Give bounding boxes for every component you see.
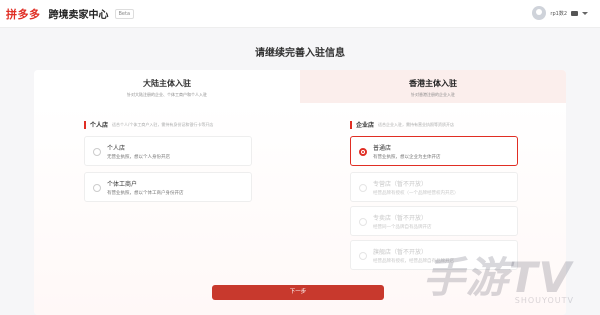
option-desc: 无营业执照，想以个人身份开店 [107,155,170,160]
enterprise-section-hint: 适合企业入驻，需持有营业执照等资质开店 [378,121,455,127]
pinduoduo-logo[interactable]: 拼多多 [6,6,41,22]
option-name: 旗舰店（暂不开放） [373,249,428,256]
enterprise-section-header: 企业店 适合企业入驻，需持有营业执照等资质开店 [350,120,454,129]
option-desc: 经营同一个品牌自有品牌开店 [373,225,432,230]
tab-hongkong[interactable]: 香港主体入驻 针对香港注册的企业入驻 [300,70,566,103]
folder-icon[interactable] [571,10,578,16]
radio-selected-icon[interactable] [359,148,367,156]
tab-mainland[interactable]: 大陆主体入驻 针对大陆注册的企业、个体工商户和个人入驻 [34,70,300,103]
avatar[interactable] [532,6,547,20]
tab-hongkong-label: 香港主体入驻 [409,79,457,88]
option-exclusive-store: 专卖店（暂不开放） 经营同一个品牌自有品牌开店 [350,206,518,236]
tab-hongkong-sub: 针对香港注册的企业入驻 [411,92,455,97]
section-marker [84,120,86,129]
option-personal-store[interactable]: 个人店 无营业执照，想以个人身份开店 [84,136,252,166]
option-specialty-store: 专营店（暂不开放） 经营品牌有授权（一个品牌经营权内开店） [350,172,518,202]
tab-mainland-label: 大陆主体入驻 [143,79,191,88]
beta-badge: Beta [114,8,135,19]
page-title: 请继续完善入驻信息 [255,48,345,59]
option-name: 个体工商户 [107,181,138,188]
app-title: 跨境卖家中心 [48,10,109,21]
option-name: 专卖店（暂不开放） [373,215,428,222]
option-individual-business[interactable]: 个体工商户 有营业执照，想以个体工商户身份开店 [84,172,252,202]
option-name: 普通店 [373,145,392,152]
personal-section-label: 个人店 [90,122,109,129]
option-desc: 有营业执照，想以个体工商户身份开店 [107,191,184,196]
radio-icon [359,252,367,260]
option-desc: 经营品牌有授权（一个品牌经营权内开店） [373,191,459,196]
radio-icon[interactable] [93,184,101,192]
option-regular-store[interactable]: 普通店 有营业执照，想以企业为主体开店 [350,136,518,166]
personal-section-hint: 适合个人/个体工商户入驻，需持有身份证和银行卡等开店 [112,121,214,127]
user-name: rp1数2 [550,10,567,17]
option-desc: 有营业执照，想以企业为主体开店 [373,155,441,160]
enterprise-section-label: 企业店 [356,122,375,129]
radio-icon [359,218,367,226]
tab-mainland-sub: 针对大陆注册的企业、个体工商户和个人入驻 [127,92,207,97]
user-menu[interactable]: rp1数2 [532,6,588,20]
option-name: 个人店 [107,145,126,152]
chevron-down-icon[interactable] [582,11,588,15]
section-marker [350,120,352,129]
watermark-sub: SHOUYOUTV [514,296,574,305]
radio-icon[interactable] [93,148,101,156]
personal-section-header: 个人店 适合个人/个体工商户入驻，需持有身份证和银行卡等开店 [84,120,213,129]
next-step-button[interactable]: 下一步 [212,285,384,300]
radio-icon [359,184,367,192]
tab-bar: 大陆主体入驻 针对大陆注册的企业、个体工商户和个人入驻 香港主体入驻 针对香港注… [34,70,566,103]
option-name: 专营店（暂不开放） [373,181,428,188]
top-bar: 拼多多 跨境卖家中心 Beta rp1数2 [0,0,600,28]
